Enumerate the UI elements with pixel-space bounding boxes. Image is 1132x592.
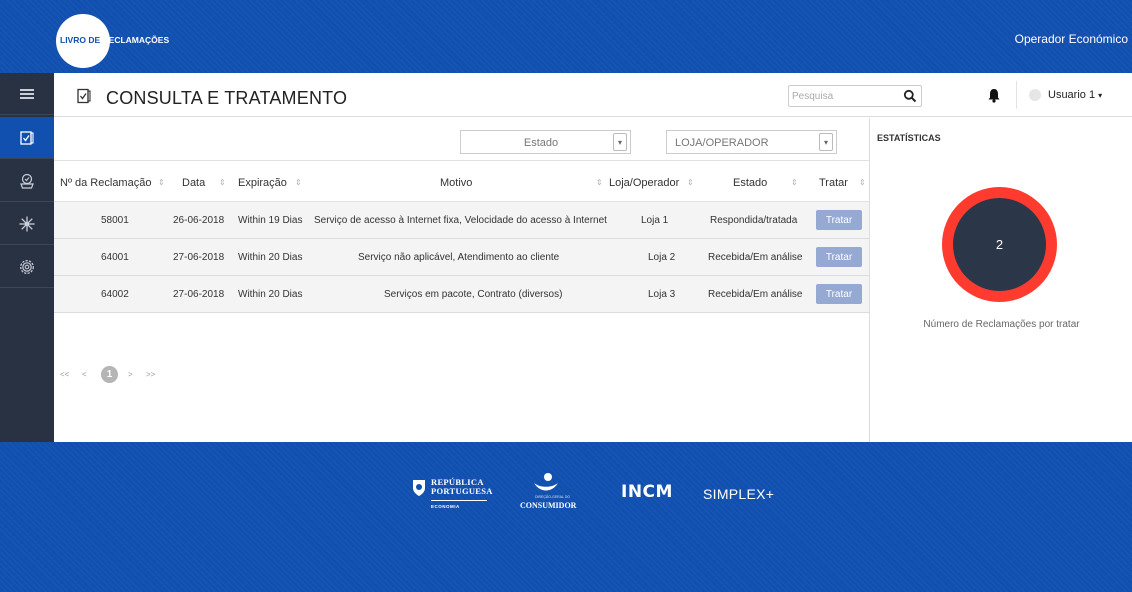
sidebar-item-settings[interactable] bbox=[0, 246, 54, 288]
estado-filter-label: Estado bbox=[523, 137, 559, 149]
republica-portuguesa-logo: REPÚBLICA PORTUGUESA bbox=[431, 478, 493, 496]
estado-filter-select[interactable]: Estado ▾ bbox=[460, 130, 631, 154]
sidebar-item-complaints[interactable] bbox=[0, 117, 54, 159]
chevron-down-icon: ▾ bbox=[819, 133, 833, 151]
stats-panel: ESTATÍSTICAS 2 Número de Reclamações por… bbox=[869, 118, 1132, 442]
user-name: Usuario 1 bbox=[1048, 89, 1096, 101]
stats-caption: Número de Reclamações por tratar bbox=[923, 319, 1080, 330]
main-panel: Estado ▾ LOJA/OPERADOR ▾ Nº da Reclamaçã… bbox=[54, 118, 869, 442]
column-header-id[interactable]: Nº da Reclamação bbox=[60, 177, 151, 189]
cell-loja: Loja 2 bbox=[648, 252, 676, 263]
sidebar-menu-toggle[interactable] bbox=[0, 73, 54, 115]
chevron-down-icon: ▾ bbox=[1098, 91, 1103, 100]
snowflake-icon bbox=[19, 216, 35, 231]
table-row[interactable]: 58001 26-06-2018 Within 19 Dias Serviço … bbox=[54, 202, 869, 239]
sort-icon[interactable]: ⇕ bbox=[687, 178, 694, 187]
user-menu[interactable]: Usuario 1 ▾ bbox=[1048, 89, 1102, 101]
sort-icon[interactable]: ⇕ bbox=[295, 178, 302, 187]
cell-motivo: Serviço de acesso à Internet fixa, Veloc… bbox=[314, 215, 607, 226]
column-header-motivo[interactable]: Motivo bbox=[440, 177, 472, 189]
sort-icon[interactable]: ⇕ bbox=[791, 178, 798, 187]
cell-expiracao: Within 20 Dias bbox=[238, 252, 303, 263]
cell-id: 58001 bbox=[101, 215, 129, 226]
sort-icon[interactable]: ⇕ bbox=[158, 178, 165, 187]
cell-data: 27-06-2018 bbox=[173, 252, 225, 263]
simplex-logo: SIMPLEX+ bbox=[703, 486, 775, 502]
consumidor-swoosh-icon bbox=[534, 473, 558, 491]
cell-motivo: Serviços em pacote, Contrato (diversos) bbox=[384, 289, 563, 300]
search-icon[interactable] bbox=[903, 89, 917, 103]
cell-estado: Respondida/tratada bbox=[710, 215, 798, 226]
cell-id: 64001 bbox=[101, 252, 129, 263]
table-header: Nº da Reclamação ⇕ Data ⇕ Expiração ⇕ Mo… bbox=[54, 160, 869, 202]
column-header-tratar[interactable]: Tratar bbox=[819, 177, 848, 189]
page-title: CONSULTA E TRATAMENTO bbox=[106, 88, 348, 108]
column-header-data[interactable]: Data bbox=[182, 177, 205, 189]
chevron-down-icon: ▾ bbox=[613, 133, 627, 151]
logo-text: LIVRO DE RECLAMAÇÕES bbox=[60, 35, 169, 45]
sort-icon[interactable]: ⇕ bbox=[219, 178, 226, 187]
stats-title: ESTATÍSTICAS bbox=[877, 133, 941, 143]
pagination-first[interactable]: << bbox=[60, 370, 69, 379]
republica-emblem-icon bbox=[413, 480, 425, 496]
consumidor-subtitle: DIREÇÃO-GERAL DO bbox=[535, 495, 571, 499]
complaint-book-icon bbox=[77, 88, 91, 104]
incm-logo: INCM bbox=[621, 482, 673, 502]
pagination-last[interactable]: >> bbox=[146, 370, 155, 379]
sidebar-item-snowflake[interactable] bbox=[0, 203, 54, 245]
search-box bbox=[788, 85, 922, 107]
sidebar-item-basket[interactable] bbox=[0, 160, 54, 202]
cell-id: 64002 bbox=[101, 289, 129, 300]
column-header-loja[interactable]: Loja/Operador bbox=[609, 177, 679, 189]
page-header: CONSULTA E TRATAMENTO Usuario 1▾ bbox=[54, 73, 1132, 117]
table-row[interactable]: 64002 27-06-2018 Within 20 Dias Serviços… bbox=[54, 276, 869, 313]
search-input[interactable] bbox=[792, 88, 882, 104]
pending-count: 2 bbox=[953, 198, 1046, 291]
pagination-next[interactable]: > bbox=[128, 370, 133, 379]
rp-line2: PORTUGUESA bbox=[431, 486, 493, 496]
cell-loja: Loja 1 bbox=[641, 215, 669, 226]
tratar-button[interactable]: Tratar bbox=[816, 210, 862, 230]
cell-estado: Recebida/Em análise bbox=[708, 252, 803, 263]
pagination-current-page[interactable]: 1 bbox=[101, 366, 118, 383]
settings-icon bbox=[20, 259, 34, 274]
tratar-button[interactable]: Tratar bbox=[816, 247, 862, 267]
rp-subtitle: ECONOMIA bbox=[431, 504, 460, 509]
cell-motivo: Serviço não aplicável, Atendimento ao cl… bbox=[358, 252, 560, 263]
logo-text-part2: RECLAMAÇÕES bbox=[102, 35, 170, 45]
column-header-estado[interactable]: Estado bbox=[733, 177, 767, 189]
complaint-book-icon bbox=[20, 130, 34, 145]
rp-divider bbox=[431, 500, 487, 501]
sidebar bbox=[0, 73, 54, 442]
table-row[interactable]: 64001 27-06-2018 Within 20 Dias Serviço … bbox=[54, 239, 869, 276]
operator-link[interactable]: Operador Económico bbox=[1015, 32, 1128, 46]
cell-expiracao: Within 20 Dias bbox=[238, 289, 303, 300]
loja-filter-select[interactable]: LOJA/OPERADOR ▾ bbox=[666, 130, 837, 154]
cell-estado: Recebida/Em análise bbox=[708, 289, 803, 300]
tratar-button[interactable]: Tratar bbox=[816, 284, 862, 304]
consumidor-logo: CONSUMIDOR bbox=[520, 501, 577, 510]
footer: REPÚBLICA PORTUGUESA ECONOMIA DIREÇÃO-GE… bbox=[0, 442, 1132, 592]
sort-icon[interactable]: ⇕ bbox=[859, 178, 866, 187]
cell-data: 26-06-2018 bbox=[173, 215, 225, 226]
top-bar: LIVRO DE RECLAMAÇÕES Operador Económico bbox=[0, 0, 1132, 73]
pagination-prev[interactable]: < bbox=[82, 370, 87, 379]
logo-text-part1: LIVRO DE bbox=[60, 35, 101, 45]
menu-icon bbox=[20, 88, 34, 99]
column-header-expiracao[interactable]: Expiração bbox=[238, 177, 287, 189]
basket-icon bbox=[20, 173, 34, 189]
cell-expiracao: Within 19 Dias bbox=[238, 215, 303, 226]
header-divider bbox=[1016, 81, 1017, 109]
sort-icon[interactable]: ⇕ bbox=[596, 178, 603, 187]
cell-loja: Loja 3 bbox=[648, 289, 676, 300]
loja-filter-label: LOJA/OPERADOR bbox=[675, 137, 769, 149]
cell-data: 27-06-2018 bbox=[173, 289, 225, 300]
bell-icon[interactable] bbox=[987, 88, 1001, 103]
avatar[interactable] bbox=[1029, 89, 1041, 101]
